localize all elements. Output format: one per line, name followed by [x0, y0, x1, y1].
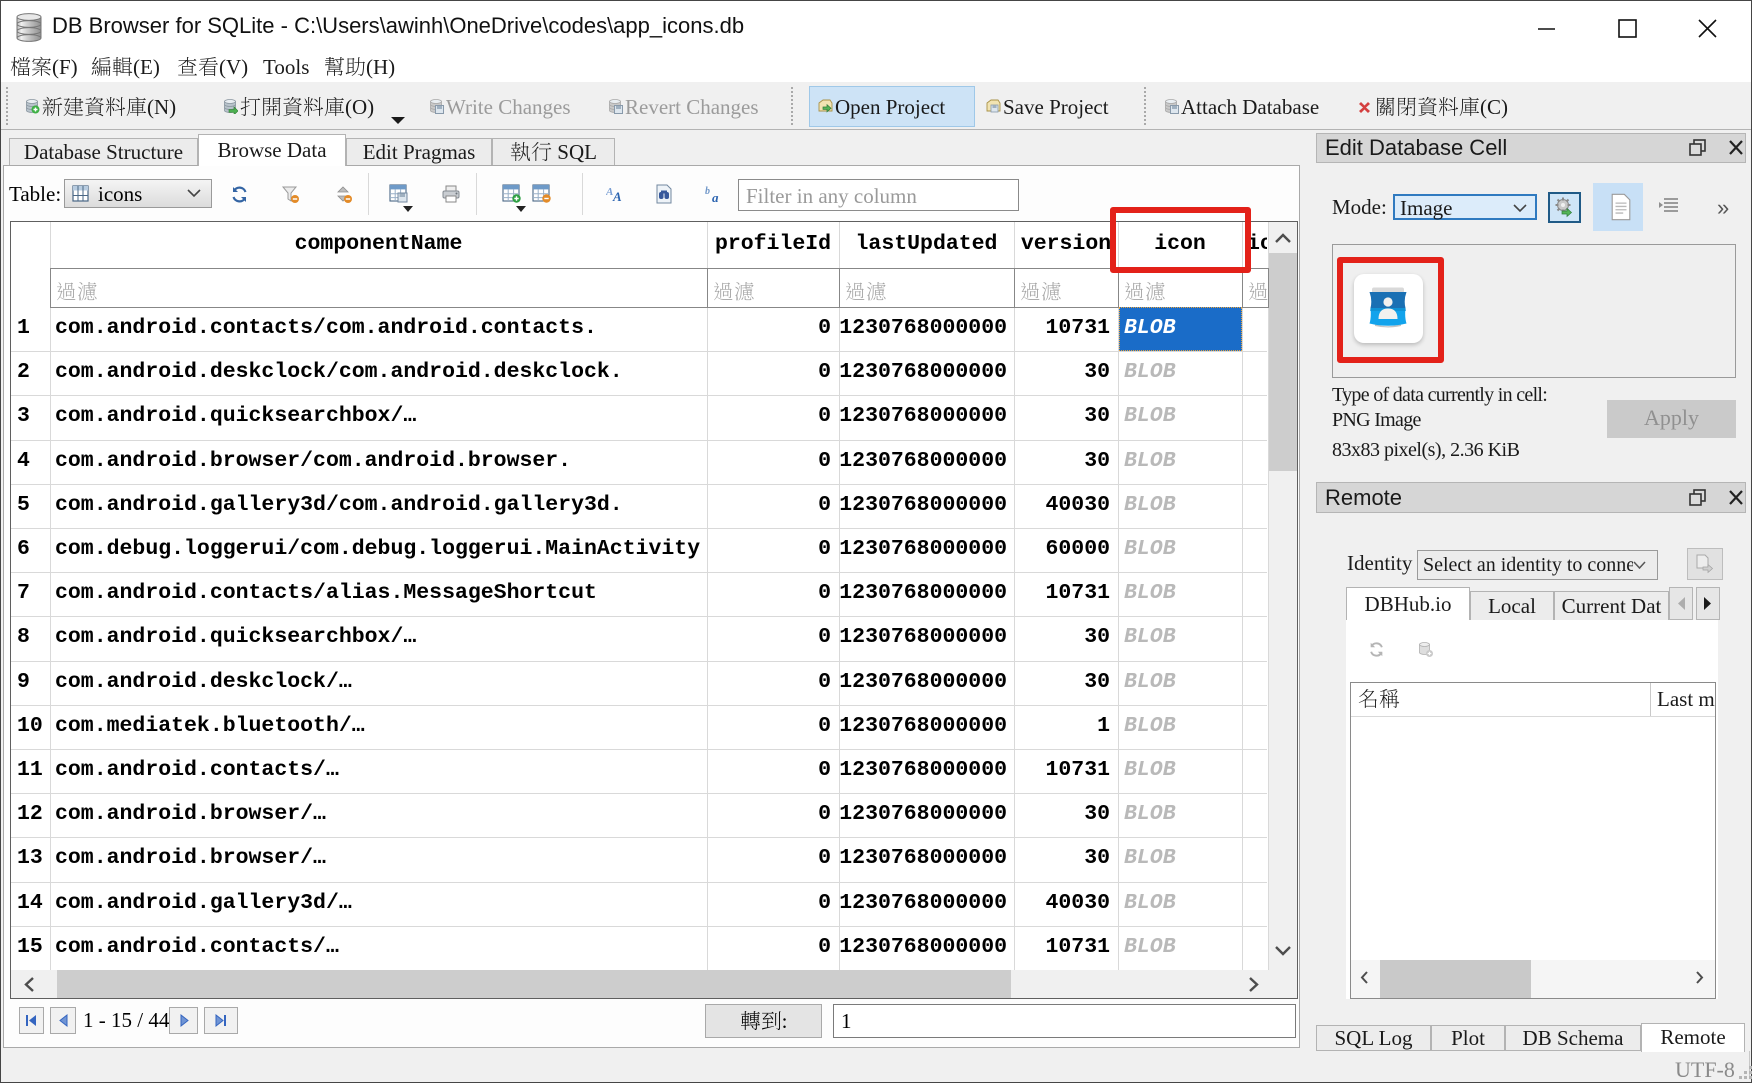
- svg-text:b: b: [705, 186, 710, 197]
- svg-text:a: a: [712, 190, 719, 204]
- svg-text:A: A: [612, 189, 622, 204]
